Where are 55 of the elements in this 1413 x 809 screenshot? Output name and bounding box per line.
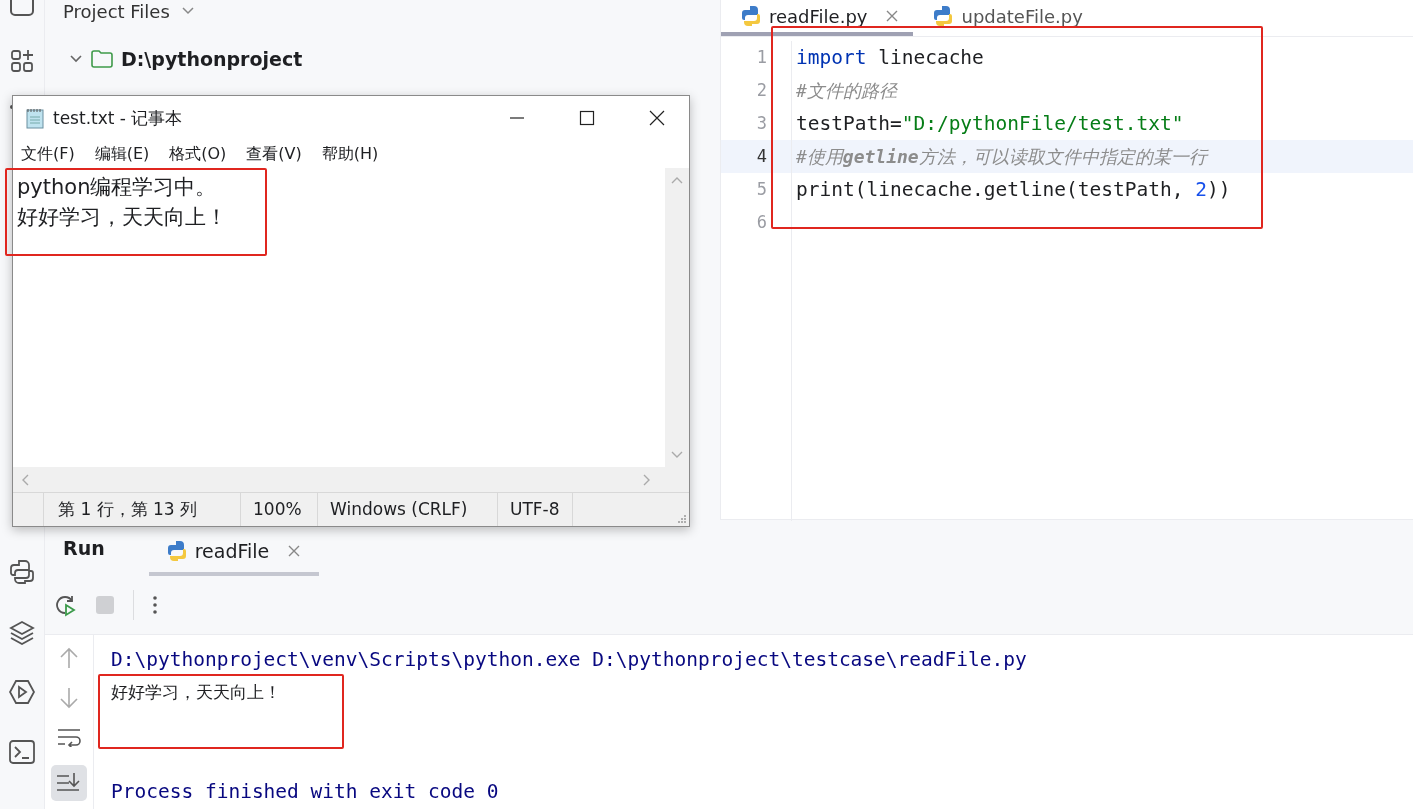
menu-item[interactable]: 查看(V) xyxy=(246,143,302,165)
scrollbar[interactable] xyxy=(665,168,689,467)
notepad-icon xyxy=(25,107,45,129)
console-line: D:\pythonproject\venv\Scripts\python.exe D:\pythonproject\testcase\readFile.py xyxy=(111,648,1027,671)
chevron-icon[interactable] xyxy=(181,7,194,15)
pane-title[interactable]: Project Files xyxy=(63,0,170,22)
code-line: import linecache xyxy=(795,45,985,71)
python-file-icon xyxy=(741,5,761,27)
python-console-icon[interactable] xyxy=(9,559,35,585)
rerun-icon[interactable] xyxy=(53,593,77,617)
close-icon[interactable] xyxy=(649,110,665,126)
editor-tab[interactable]: readFile.py xyxy=(721,0,914,36)
scroll-up-icon[interactable] xyxy=(671,176,683,184)
code-line: testPath="D:/pythonFile/test.txt" xyxy=(795,111,1185,137)
panel-title: Run xyxy=(63,537,105,559)
line-number: 6 xyxy=(755,211,768,234)
python-file-icon xyxy=(933,5,954,27)
text-line: 好好学习，天天向上！ xyxy=(17,204,228,231)
python-file-icon xyxy=(166,540,187,562)
editor-tab[interactable]: updateFile.py xyxy=(913,0,1097,36)
scroll-to-end-icon[interactable] xyxy=(51,765,87,801)
resize-grip-icon[interactable] xyxy=(677,514,687,524)
code-line: #文件的路径 xyxy=(795,79,899,103)
scroll-left-icon[interactable] xyxy=(21,473,29,486)
status-text: Windows (CRLF) xyxy=(318,493,498,526)
console-line: Process finished with exit code 0 xyxy=(111,780,499,803)
line-number: 1 xyxy=(755,46,768,69)
soft-wrap-icon[interactable] xyxy=(57,727,81,747)
text-line: python编程学习中。 xyxy=(17,174,218,201)
scroll-down-icon[interactable] xyxy=(671,451,683,459)
code-line: print(linecache.getline(testPath, 2)) xyxy=(795,177,1232,203)
status-text: 100% xyxy=(241,493,318,526)
up-arrow-icon[interactable] xyxy=(59,647,79,669)
tree-item[interactable]: D:\pythonproject xyxy=(121,48,303,70)
plugins-icon[interactable] xyxy=(9,48,35,74)
more-icon[interactable] xyxy=(152,595,158,615)
line-number: 3 xyxy=(755,112,768,135)
services-icon[interactable] xyxy=(9,679,35,705)
line-number: 5 xyxy=(755,178,768,201)
down-arrow-icon[interactable] xyxy=(59,687,79,709)
menu-item[interactable]: 格式(O) xyxy=(169,143,227,165)
window-title: test.txt - 记事本 xyxy=(53,106,183,130)
menu-item[interactable]: 帮助(H) xyxy=(321,143,379,165)
status-text: UTF-8 xyxy=(498,493,573,526)
scrollbar[interactable] xyxy=(13,467,689,492)
maximize-icon[interactable] xyxy=(579,110,595,126)
console-line: 好好学习，天天向上！ xyxy=(111,682,281,702)
layers-icon[interactable] xyxy=(9,619,35,645)
menu-item[interactable]: 编辑(E) xyxy=(94,143,150,165)
terminal-icon[interactable] xyxy=(9,739,35,765)
line-number: 4 xyxy=(721,140,791,173)
menu-item[interactable]: 文件(F) xyxy=(21,143,75,165)
line-number: 2 xyxy=(755,79,768,102)
scroll-right-icon[interactable] xyxy=(643,473,651,486)
status-text: 第 1 行，第 13 列 xyxy=(44,493,241,526)
